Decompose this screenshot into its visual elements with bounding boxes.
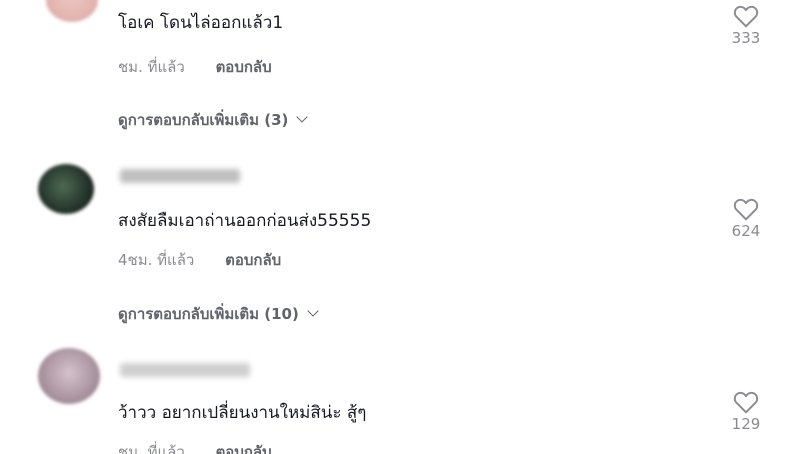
comment-list: โอเค โดนไล่ออกแล้ว1 ชม. ที่แล้ว ตอบกลับ … [0, 0, 800, 454]
comment-meta: 4ชม. ที่แล้ว ตอบกลับ [118, 248, 281, 272]
like-button[interactable]: 333 [716, 4, 776, 47]
chevron-down-icon [296, 111, 309, 123]
like-button[interactable]: 624 [716, 197, 776, 240]
heart-outline-icon [733, 5, 759, 28]
comment-timestamp: 4ชม. ที่แล้ว [118, 251, 195, 269]
comment-item: ว้าวว อยากเปลี่ยนงานใหม่สิน่ะ สู้ๆ ชม. ท… [0, 342, 800, 454]
comment-item: โอเค โดนไล่ออกแล้ว1 ชม. ที่แล้ว ตอบกลับ … [0, 0, 800, 140]
reply-button[interactable]: ตอบกลับ [216, 440, 272, 454]
heart-outline-icon [733, 198, 759, 221]
reply-button[interactable]: ตอบกลับ [225, 248, 281, 272]
reply-button[interactable]: ตอบกลับ [216, 55, 272, 79]
comment-item: สงสัยลืมเอาถ่านออกก่อนส่ง55555 4ชม. ที่แ… [0, 150, 800, 335]
like-button[interactable]: 129 [716, 390, 776, 433]
like-count: 129 [731, 415, 761, 433]
like-count: 624 [731, 222, 761, 240]
avatar[interactable] [38, 164, 94, 214]
comment-timestamp: ชม. ที่แล้ว [118, 58, 185, 76]
view-more-replies-button[interactable]: ดูการตอบกลับเพิ่มเติม (10) [118, 302, 319, 326]
like-count: 333 [731, 29, 761, 47]
view-more-replies-button[interactable]: ดูการตอบกลับเพิ่มเติม (3) [118, 108, 309, 132]
comment-text: ว้าวว อยากเปลี่ยนงานใหม่สิน่ะ สู้ๆ [118, 403, 367, 423]
view-more-replies-label: ดูการตอบกลับเพิ่มเติม (3) [118, 111, 289, 129]
avatar[interactable] [46, 0, 98, 22]
chevron-down-icon [307, 305, 319, 317]
username[interactable] [120, 363, 250, 377]
comment-text: โอเค โดนไล่ออกแล้ว1 [118, 13, 284, 33]
comment-timestamp: ชม. ที่แล้ว [118, 443, 185, 454]
heart-outline-icon [733, 391, 759, 414]
avatar[interactable] [38, 348, 100, 404]
comment-text: สงสัยลืมเอาถ่านออกก่อนส่ง55555 [118, 211, 372, 231]
view-more-replies-label: ดูการตอบกลับเพิ่มเติม (10) [118, 305, 299, 323]
comment-meta: ชม. ที่แล้ว ตอบกลับ [118, 440, 272, 454]
comment-meta: ชม. ที่แล้ว ตอบกลับ [118, 55, 272, 79]
username[interactable] [120, 169, 240, 183]
